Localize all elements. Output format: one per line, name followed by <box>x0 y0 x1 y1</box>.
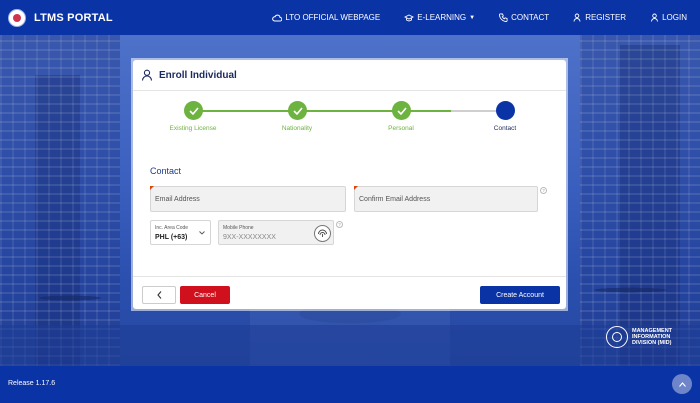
section-title-contact: Contact <box>150 166 182 176</box>
step-label-nationality: Nationality <box>281 125 313 132</box>
email-field[interactable]: Email Address <box>150 186 346 212</box>
card-header: Enroll Individual <box>133 60 566 91</box>
road-shape <box>0 325 700 366</box>
email-placeholder: Email Address <box>155 196 200 203</box>
step-connector <box>297 110 401 112</box>
mobile-phone-field[interactable]: Mobile Phone 9XX-XXXXXXXX <box>218 220 334 245</box>
cloud-icon <box>272 14 283 21</box>
mobile-phone-label: Mobile Phone <box>223 225 254 231</box>
nav-contact[interactable]: CONTACT <box>499 13 549 22</box>
create-account-button[interactable]: Create Account <box>480 286 560 304</box>
enroll-card: Enroll Individual Existing License Natio… <box>133 60 566 309</box>
area-code-value: PHL (+63) <box>155 234 188 241</box>
step-existing-license-check-icon <box>184 101 203 120</box>
nav-label: CONTACT <box>511 13 550 22</box>
cancel-button[interactable]: Cancel <box>180 286 230 304</box>
card-footer: Cancel Create Account <box>133 276 566 310</box>
scroll-to-top-button[interactable] <box>672 374 692 394</box>
chevron-down-icon <box>199 231 205 235</box>
phone-icon <box>499 13 508 22</box>
user-plus-icon <box>573 13 581 22</box>
user-icon <box>141 69 153 81</box>
release-version: Release 1.17.6 <box>8 380 56 387</box>
step-label-personal: Personal <box>388 125 414 132</box>
brand-title[interactable]: LTMS PORTAL <box>34 12 113 24</box>
mid-line: DIVISION (MID) <box>632 340 672 346</box>
caret-down-icon: ▼ <box>469 14 476 21</box>
chevron-up-icon <box>678 381 686 387</box>
nav-lto-official-webpage[interactable]: LTO OFFICIAL WEBPAGE <box>272 13 380 22</box>
step-nationality-check-icon <box>288 101 307 120</box>
graduation-cap-icon <box>404 13 415 21</box>
nav-login[interactable]: LOGIN <box>650 13 687 22</box>
nav-register[interactable]: REGISTER <box>573 13 626 22</box>
footer-bar: Release 1.17.6 <box>0 366 700 403</box>
nav-label: E-LEARNING <box>417 13 467 22</box>
confirm-email-placeholder: Confirm Email Address <box>359 196 431 203</box>
top-navbar: LTMS PORTAL LTO OFFICIAL WEBPAGE E-LEARN… <box>0 0 700 35</box>
mid-seal-icon <box>606 326 628 348</box>
nav-menu: LTO OFFICIAL WEBPAGE E-LEARNING ▼ CONTAC… <box>272 0 700 35</box>
step-connector <box>193 110 297 112</box>
lto-logo-icon[interactable] <box>8 8 26 27</box>
step-label-contact: Contact <box>493 125 517 132</box>
required-marker <box>150 186 154 190</box>
step-personal-check-icon <box>392 101 411 120</box>
back-button[interactable] <box>142 286 176 304</box>
area-code-select[interactable]: Inc. Area Code PHL (+63) <box>150 220 211 245</box>
info-icon[interactable]: ? <box>540 187 547 194</box>
info-icon[interactable]: ? <box>336 221 343 228</box>
mid-text: MANAGEMENT INFORMATION DIVISION (MID) <box>632 328 672 346</box>
nav-label: LOGIN <box>662 13 687 22</box>
chevron-left-icon <box>156 291 161 299</box>
nav-label: REGISTER <box>585 13 627 22</box>
mid-logo: MANAGEMENT INFORMATION DIVISION (MID) <box>606 326 672 348</box>
user-icon <box>651 13 659 22</box>
area-code-label: Inc. Area Code <box>155 225 189 231</box>
fingerprint-icon[interactable] <box>314 225 331 242</box>
mobile-phone-placeholder: 9XX-XXXXXXXX <box>223 234 276 241</box>
progress-stepper: Existing License Nationality Personal Co… <box>133 100 566 140</box>
step-contact-circle-icon <box>496 101 515 120</box>
confirm-email-field[interactable]: Confirm Email Address <box>354 186 538 212</box>
nav-e-learning[interactable]: E-LEARNING ▼ <box>404 13 475 22</box>
required-marker <box>354 186 358 190</box>
step-label-existing-license: Existing License <box>169 125 217 132</box>
card-title: Enroll Individual <box>159 69 237 81</box>
nav-label: LTO OFFICIAL WEBPAGE <box>285 13 381 22</box>
